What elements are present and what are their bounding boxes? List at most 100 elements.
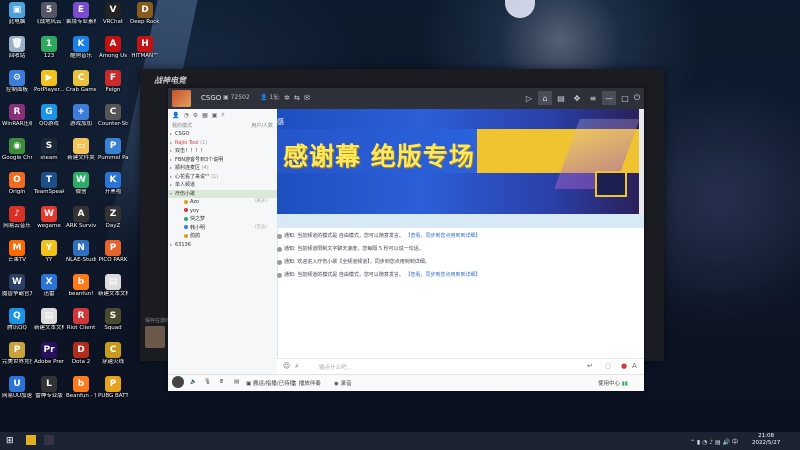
desktop-icon[interactable]: ▤ 新建文本文档 <box>34 308 64 332</box>
desktop-icon[interactable]: b beanfun! <box>66 274 96 298</box>
desktop-icon[interactable]: bBeanfun - 快捷方式 <box>66 376 96 400</box>
share-icon[interactable]: ⇆ <box>294 94 300 102</box>
desktop-icon[interactable]: ◉Google Chrome <box>2 138 32 162</box>
minimize-icon[interactable]: — <box>602 91 616 105</box>
desktop-icon[interactable]: Z DayZ <box>98 206 128 230</box>
desktop-icon[interactable]: W 微信 <box>66 172 96 196</box>
desktop-icon[interactable]: X 迅雷 <box>34 274 64 298</box>
expand-arrow-icon[interactable]: ▸ <box>170 139 172 148</box>
desktop-icon[interactable]: D Dota 2 <box>66 342 96 366</box>
desktop-icon[interactable]: Q 腾讯QQ <box>2 308 32 332</box>
grid-icon[interactable]: ▦ <box>202 112 208 119</box>
comment-icon[interactable]: ◌ <box>605 362 611 370</box>
menu-icon[interactable]: ≡ <box>586 91 600 105</box>
desktop-icon[interactable]: ▤新建文本文档 (2) <box>98 274 128 298</box>
channel-item[interactable]: ▸ 单人频道 <box>168 181 277 190</box>
enter-icon[interactable]: ↵ <box>587 362 593 370</box>
desktop-icon[interactable]: PrAdobe Premie... <box>34 342 64 366</box>
microphone-icon[interactable]: ● <box>621 362 627 370</box>
desktop-icon[interactable]: K 酷狗音乐 <box>66 36 96 60</box>
desktop-icon[interactable]: ▶ PotPlayer... <box>34 70 64 94</box>
expand-arrow-icon[interactable]: ▸ <box>170 181 172 190</box>
desktop-icon[interactable]: AARK Survival Evolved <box>66 206 96 230</box>
desktop-icon[interactable]: G QQ游戏 <box>34 104 64 128</box>
equalizer-icon[interactable]: ⩩ <box>220 379 223 386</box>
calendar-icon[interactable]: ▣ <box>212 112 218 119</box>
windows-start-icon[interactable]: ⊞ <box>6 436 14 446</box>
taskbar-app-icon[interactable] <box>26 435 36 445</box>
user-icon[interactable]: 👤 <box>172 112 179 119</box>
game-icon[interactable]: ▤ <box>554 91 568 105</box>
desktop-icon[interactable]: PPUBG BATTLEGR... <box>98 376 128 400</box>
desktop-icon[interactable]: DDeep Rock Galactic <box>130 2 160 26</box>
desktop-icon[interactable]: Y YY <box>34 240 64 264</box>
desktop-icon[interactable]: ⚙ 控制面板 <box>2 70 32 94</box>
video-icon[interactable]: ▷ <box>522 91 536 105</box>
emoji-icon[interactable]: ☺ <box>283 362 290 370</box>
desktop-icon[interactable]: NNLAE-Studio 快捷方式 <box>66 240 96 264</box>
history-search-icon[interactable]: ⌕ <box>295 362 299 371</box>
music-button[interactable]: ♫ 播放伴奏 <box>292 379 321 387</box>
desktop-icon[interactable]: TTeamSpeak 3 <box>34 172 64 196</box>
status-center-button[interactable]: 使用中心 ▮▮ <box>598 379 628 387</box>
chat-input-bar[interactable]: ☺ ⌕ 输点什么吧... ↵ ◌ ● A <box>277 358 644 375</box>
desktop-icon[interactable]: K 开黑啦 <box>98 172 128 196</box>
desktop-icon[interactable]: C Crab Game <box>66 70 96 94</box>
desktop-icon[interactable]: S Squad <box>98 308 128 332</box>
desktop-icon[interactable]: R Riot Client <box>66 308 96 332</box>
channel-item[interactable]: ▸ 心花看了来说"" (1) <box>168 173 277 182</box>
speaker-icon[interactable]: 🔈 <box>190 379 197 385</box>
desktop-icon[interactable]: F Feign <box>98 70 128 94</box>
expand-arrow-icon[interactable]: ▾ <box>170 190 172 199</box>
desktop-icon[interactable]: CCounter-Strike Source <box>98 104 128 128</box>
taskbar-app-icon-2[interactable] <box>44 435 54 445</box>
desktop-icon[interactable]: ▭ 新建文件夹 <box>66 138 96 162</box>
controller-icon[interactable]: ✥ <box>570 91 584 105</box>
desktop-icon[interactable]: 5《战地风云 5》 <box>34 2 64 26</box>
expand-arrow-icon[interactable]: ▸ <box>170 173 172 182</box>
channel-item[interactable]: ▸ 顺利连麦区 (4) <box>168 164 277 173</box>
power-icon[interactable]: ⏻ <box>630 91 644 105</box>
channel-item[interactable]: ▾ 疗伤小歌 <box>168 189 277 199</box>
voice-chat-window[interactable]: CSGO ▣ 72502 👤 15 ☆ ✲ ⇆ ✉ ▷ ⌂ ▤ ✥ ≡ — □ … <box>168 88 644 391</box>
desktop-icon[interactable]: ▣ 此电脑 <box>2 2 32 26</box>
channel-item[interactable]: ▸ 双击！！！！ <box>168 147 277 156</box>
channel-item[interactable]: Azo (离开) <box>168 198 277 207</box>
desktop-icon[interactable]: P完美世界竞技平台 <box>2 342 32 366</box>
banner-scrollbar[interactable] <box>639 109 644 214</box>
self-avatar[interactable] <box>172 376 184 388</box>
expand-arrow-icon[interactable]: ▸ <box>170 147 172 156</box>
channel-item[interactable]: 韩小明 (无法) <box>168 224 277 233</box>
channel-item[interactable]: ▸ 63136 <box>168 241 277 250</box>
desktop-icon[interactable]: W魔兽争霸官方对战平台 <box>2 274 32 298</box>
expand-arrow-icon[interactable]: ▸ <box>170 241 172 250</box>
channel-avatar[interactable] <box>172 90 191 107</box>
desktop-icon[interactable]: + 游戏加加 <box>66 104 96 128</box>
titlebar[interactable]: CSGO ▣ 72502 👤 15 ☆ ✲ ⇆ ✉ ▷ ⌂ ▤ ✥ ≡ — □ … <box>168 88 644 109</box>
layout-icon[interactable]: ▤ <box>234 379 239 385</box>
desktop-icon[interactable]: 1 123 <box>34 36 64 60</box>
desktop-icon[interactable]: 🗑 回收站 <box>2 36 32 60</box>
channel-item[interactable]: ▸ FBN游客号到3个说明 <box>168 156 277 165</box>
desktop-icon[interactable]: Ssteam <box>34 138 64 162</box>
desktop-icon[interactable]: R WinRAR压缩 <box>2 104 32 128</box>
desktop-icon[interactable]: L 雷神专业版 <box>34 376 64 400</box>
desktop-icon[interactable]: O Origin <box>2 172 32 196</box>
desktop-icon[interactable]: PPummel Party <box>98 138 128 162</box>
channel-item[interactable]: 快之梦 <box>168 215 277 224</box>
chat-input[interactable]: 输点什么吧... <box>319 363 352 371</box>
message-link[interactable]: 【查看，同步到您点用到到详细】 <box>405 233 480 239</box>
desktop-icon[interactable]: P PICO PARK <box>98 240 128 264</box>
message-link[interactable]: 【查看，同步到您点用到到详细】 <box>405 272 480 278</box>
settings-icon[interactable]: ⚙ <box>193 112 198 119</box>
home-icon[interactable]: ⌂ <box>538 91 552 105</box>
text-size-icon[interactable]: A <box>632 362 637 370</box>
desktop-icon[interactable]: A Among Us <box>98 36 128 60</box>
taskbar-clock[interactable]: 21:08 2022/5/27 <box>752 433 780 447</box>
record2-button[interactable]: ◉ 录音 <box>334 379 352 387</box>
mic-icon[interactable]: 🎙 <box>204 379 211 385</box>
expand-arrow-icon[interactable]: ▸ <box>170 164 172 173</box>
desktop-icon[interactable]: Wwegame <box>34 206 64 230</box>
star-icon[interactable]: ☆ <box>274 94 280 102</box>
desktop-icon[interactable]: C 穿越火线 <box>98 342 128 366</box>
